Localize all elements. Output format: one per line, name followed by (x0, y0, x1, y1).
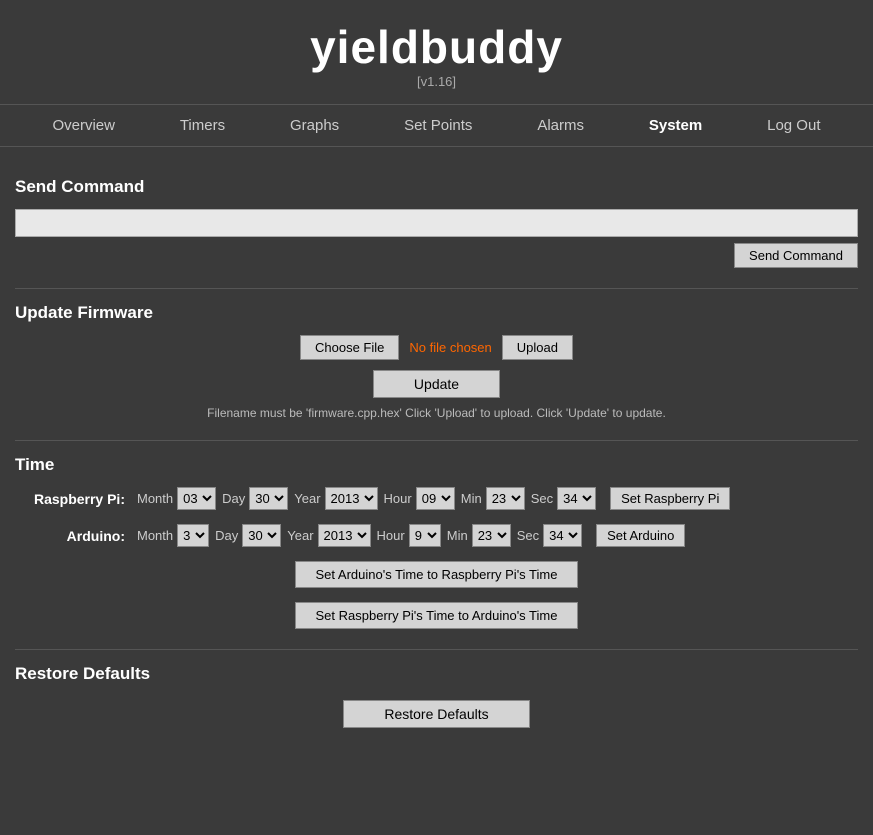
sync-pi-to-arduino-button[interactable]: Set Raspberry Pi's Time to Arduino's Tim… (295, 602, 579, 629)
time-title: Time (15, 455, 858, 475)
main-content: Send Command Send Command Update Firmwar… (0, 147, 873, 748)
arduino-sec-label: Sec (517, 528, 539, 543)
choose-file-button[interactable]: Choose File (300, 335, 399, 360)
update-button[interactable]: Update (373, 370, 500, 398)
main-nav: Overview Timers Graphs Set Points Alarms… (0, 104, 873, 147)
sync-arduino-to-pi-button[interactable]: Set Arduino's Time to Raspberry Pi's Tim… (295, 561, 579, 588)
rpi-year-label: Year (294, 491, 320, 506)
arduino-hour-field: Hour 9 (377, 524, 441, 547)
nav-system[interactable]: System (639, 113, 712, 138)
send-command-title: Send Command (15, 177, 858, 197)
arduino-sec-field: Sec 34 (517, 524, 582, 547)
nav-graphs[interactable]: Graphs (280, 113, 349, 138)
rpi-hour-field: Hour 09 (384, 487, 455, 510)
rpi-hour-label: Hour (384, 491, 412, 506)
rpi-day-field: Day 30 (222, 487, 288, 510)
update-firmware-title: Update Firmware (15, 303, 858, 323)
rpi-year-select[interactable]: 2012201320142015 (325, 487, 378, 510)
arduino-min-field: Min 23 (447, 524, 511, 547)
arduino-min-select[interactable]: 23 (472, 524, 511, 547)
restore-defaults-title: Restore Defaults (15, 664, 858, 684)
rpi-sec-label: Sec (531, 491, 553, 506)
sync-buttons-row: Set Arduino's Time to Raspberry Pi's Tim… (15, 561, 858, 629)
nav-alarms[interactable]: Alarms (527, 113, 594, 138)
time-section: Time Raspberry Pi: Month 03 01020405 060… (15, 455, 858, 629)
arduino-min-label: Min (447, 528, 468, 543)
rpi-hour-select[interactable]: 09 (416, 487, 455, 510)
rpi-month-label: Month (137, 491, 173, 506)
arduino-sec-select[interactable]: 34 (543, 524, 582, 547)
rpi-sec-select[interactable]: 34 (557, 487, 596, 510)
rpi-year-field: Year 2012201320142015 (294, 487, 377, 510)
arduino-year-select[interactable]: 2012201320142015 (318, 524, 371, 547)
nav-timers[interactable]: Timers (170, 113, 235, 138)
rpi-month-field: Month 03 01020405 06070809 101112 (137, 487, 216, 510)
raspberry-pi-time-row: Raspberry Pi: Month 03 01020405 06070809… (15, 487, 858, 510)
rpi-day-select[interactable]: 30 (249, 487, 288, 510)
rpi-min-field: Min 23 (461, 487, 525, 510)
set-arduino-button[interactable]: Set Arduino (596, 524, 685, 547)
nav-setpoints[interactable]: Set Points (394, 113, 482, 138)
firmware-file-row: Choose File No file chosen Upload (15, 335, 858, 360)
send-command-section: Send Command (15, 209, 858, 268)
arduino-hour-select[interactable]: 9 (409, 524, 441, 547)
restore-defaults-button[interactable]: Restore Defaults (343, 700, 529, 728)
arduino-hour-label: Hour (377, 528, 405, 543)
rpi-min-label: Min (461, 491, 482, 506)
firmware-hint: Filename must be 'firmware.cpp.hex' Clic… (15, 406, 858, 420)
app-version: [v1.16] (0, 74, 873, 89)
nav-logout[interactable]: Log Out (757, 113, 830, 138)
update-firmware-section: Update Firmware Choose File No file chos… (15, 303, 858, 420)
restore-defaults-row: Restore Defaults (15, 700, 858, 728)
upload-button[interactable]: Upload (502, 335, 573, 360)
rpi-month-select[interactable]: 03 01020405 06070809 101112 (177, 487, 216, 510)
arduino-time-row: Arduino: Month 3 Day 30 Year 20122013201… (15, 524, 858, 547)
arduino-day-label: Day (215, 528, 238, 543)
command-input[interactable] (15, 209, 858, 237)
arduino-month-field: Month 3 (137, 524, 209, 547)
restore-defaults-section: Restore Defaults Restore Defaults (15, 664, 858, 728)
send-command-button[interactable]: Send Command (734, 243, 858, 268)
arduino-month-label: Month (137, 528, 173, 543)
nav-overview[interactable]: Overview (42, 113, 125, 138)
rpi-day-label: Day (222, 491, 245, 506)
app-title: yieldbuddy (0, 20, 873, 74)
raspberry-pi-label: Raspberry Pi: (15, 491, 125, 507)
arduino-month-select[interactable]: 3 (177, 524, 209, 547)
arduino-day-field: Day 30 (215, 524, 281, 547)
header: yieldbuddy [v1.16] (0, 0, 873, 104)
arduino-year-label: Year (287, 528, 313, 543)
arduino-day-select[interactable]: 30 (242, 524, 281, 547)
rpi-sec-field: Sec 34 (531, 487, 596, 510)
arduino-year-field: Year 2012201320142015 (287, 524, 370, 547)
update-btn-row: Update (15, 370, 858, 398)
rpi-min-select[interactable]: 23 (486, 487, 525, 510)
arduino-label: Arduino: (15, 528, 125, 544)
set-raspberry-pi-button[interactable]: Set Raspberry Pi (610, 487, 730, 510)
no-file-label: No file chosen (409, 340, 491, 355)
